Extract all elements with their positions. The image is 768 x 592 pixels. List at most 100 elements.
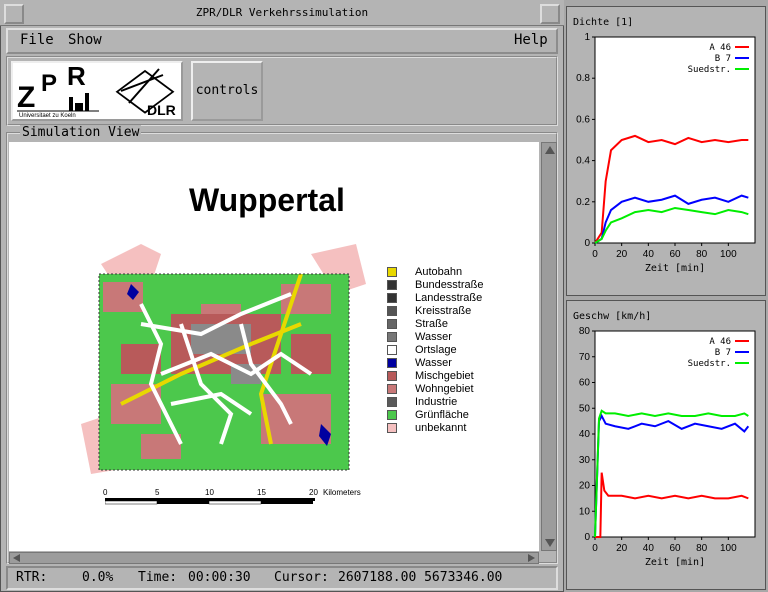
legend-swatch [387, 267, 397, 277]
scale-tick-2: 10 [205, 488, 214, 497]
density-chart-window: Dichte [1] 0 0.2 0.4 0.6 0.8 1 0 20 40 60 80 100 Zeit… [566, 6, 766, 296]
map-legend: Autobahn Bundesstraße Landesstraße Kreisstr… [387, 266, 507, 466]
status-bar: RTR: 0.0% Time: 00:00:30 Cursor: 2607188… [6, 566, 558, 590]
y-tick-label: 10 [579, 506, 591, 517]
x-tick-label: 20 [616, 543, 628, 554]
legend-swatch [387, 332, 397, 342]
x-axis-label: Zeit [min] [645, 557, 705, 568]
legend-label: Bundesstraße [415, 279, 484, 291]
legend-swatch [387, 280, 397, 290]
scale-bar: 0 5 10 15 20 Kilometers [101, 488, 381, 512]
legend-entry: Suedstr. [688, 65, 731, 75]
rtr-value: 0.0% [82, 570, 114, 585]
legend-label: Landesstraße [415, 292, 483, 304]
scale-bar-graphic [105, 498, 315, 505]
x-tick-label: 0 [592, 543, 598, 554]
legend-label: Autobahn [415, 266, 463, 278]
menu-bar: File Show Help [6, 28, 558, 54]
menu-file[interactable]: File [20, 32, 54, 48]
legend-label: Wohngebiet [415, 383, 474, 395]
map-title: Wuppertal [189, 182, 345, 218]
window-title: ZPR/DLR Verkehrssimulation [195, 6, 369, 19]
x-axis-label: Zeit [min] [645, 263, 705, 274]
svg-text:DLR: DLR [147, 102, 176, 118]
legend-entry: A 46 [709, 43, 731, 53]
y-tick-label: 60 [579, 378, 591, 389]
y-tick-label: 50 [579, 403, 591, 414]
y-tick-label: 0 [584, 238, 590, 249]
horizontal-scrollbar[interactable] [9, 552, 539, 564]
legend-swatch [387, 345, 397, 355]
legend-swatch [387, 410, 397, 420]
legend-label: Wasser [415, 357, 452, 369]
controls-button[interactable]: controls [191, 61, 263, 121]
scroll-left-icon[interactable] [13, 554, 20, 562]
x-tick-label: 100 [720, 249, 737, 260]
time-value: 00:00:30 [188, 570, 251, 585]
x-tick-label: 60 [669, 543, 681, 554]
scale-unit: Kilometers [323, 488, 361, 497]
svg-text:Universitaet zu Koeln: Universitaet zu Koeln [19, 113, 76, 119]
simulation-canvas[interactable]: Wuppertal Autobahn Bundesstraße Landesst… [9, 142, 539, 551]
x-tick-label: 0 [592, 249, 598, 260]
legend-entry: B 7 [715, 54, 731, 64]
scroll-right-icon[interactable] [528, 554, 535, 562]
y-tick-label: 70 [579, 352, 591, 363]
cursor-value: 2607188.00 5673346.00 [338, 570, 503, 585]
map-graphic [81, 244, 366, 474]
legend-swatch [387, 293, 397, 303]
x-tick-label: 20 [616, 249, 628, 260]
y-tick-label: 80 [579, 326, 591, 337]
simulation-view-label: Simulation View [20, 125, 142, 140]
x-tick-label: 40 [643, 249, 655, 260]
speed-chart-window: Geschw [km/h] 0 10 20 30 40 50 60 70 80 0 20 40 60 80 1… [566, 300, 766, 590]
scale-tick-1: 5 [155, 488, 160, 497]
svg-text:R: R [67, 63, 86, 91]
y-tick-label: 1 [584, 32, 590, 43]
window-menu-button[interactable] [4, 4, 24, 24]
y-tick-label: 40 [579, 429, 591, 440]
svg-text:Z: Z [17, 81, 35, 114]
chart-title: Geschw [km/h] [573, 311, 651, 322]
legend-label: Kreisstraße [415, 305, 472, 317]
legend-swatch [387, 384, 397, 394]
vertical-scrollbar[interactable] [541, 142, 557, 551]
legend-swatch [387, 306, 397, 316]
x-tick-label: 60 [669, 249, 681, 260]
density-chart: Dichte [1] 0 0.2 0.4 0.6 0.8 1 0 20 40 60 80 100 Zeit… [573, 17, 756, 274]
legend-swatch [387, 423, 397, 433]
zpr-dlr-logo: Z P R Universitaet zu Koeln DLR [11, 61, 183, 121]
scroll-down-icon[interactable] [545, 539, 555, 547]
rtr-label: RTR: [16, 570, 48, 585]
y-tick-label: 0.8 [576, 73, 590, 84]
legend-swatch [387, 358, 397, 368]
y-tick-label: 30 [579, 455, 591, 466]
cursor-label: Cursor: [274, 570, 329, 585]
legend-label: Wasser [415, 331, 452, 343]
legend-swatch [387, 319, 397, 329]
legend-label: Straße [415, 318, 449, 330]
chart-title: Dichte [1] [573, 17, 633, 28]
plot-area [594, 36, 756, 244]
legend-swatch [387, 397, 397, 407]
menu-help[interactable]: Help [514, 32, 548, 48]
scale-tick-0: 0 [103, 488, 108, 497]
scale-tick-3: 15 [257, 488, 266, 497]
legend-entry: A 46 [709, 337, 731, 347]
scroll-up-icon[interactable] [545, 146, 555, 154]
title-bar[interactable]: ZPR/DLR Verkehrssimulation [0, 0, 564, 26]
y-tick-label: 0 [584, 532, 590, 543]
maximize-button[interactable] [540, 4, 560, 24]
x-tick-label: 100 [720, 543, 737, 554]
time-label: Time: [138, 570, 178, 585]
legend-label: Industrie [415, 396, 458, 408]
plot-area [594, 330, 756, 538]
legend-label: Grünfläche [415, 409, 469, 421]
menu-show[interactable]: Show [68, 32, 102, 48]
legend-entry: Suedstr. [688, 359, 731, 369]
x-tick-label: 40 [643, 543, 655, 554]
y-tick-label: 0.6 [576, 114, 590, 125]
legend-label: Mischgebiet [415, 370, 474, 382]
svg-text:P: P [41, 70, 57, 97]
scale-tick-4: 20 [309, 488, 318, 497]
